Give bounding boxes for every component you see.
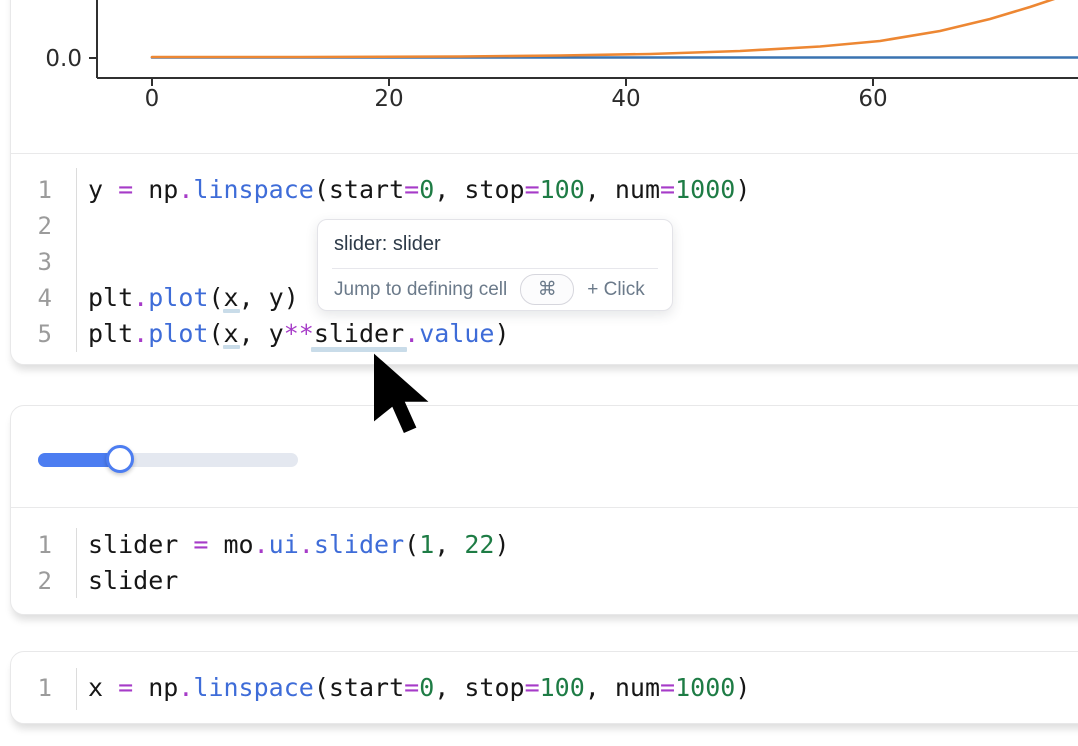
command-key-icon: ⌘ — [520, 274, 574, 305]
tooltip-variable-name: slider: slider — [318, 220, 672, 268]
matplotlib-output-chart: 0.0 0 20 40 60 — [0, 0, 1078, 140]
cell-2-output-editor-divider — [11, 507, 1078, 508]
cell-slider-card — [10, 405, 1078, 615]
mouse-cursor-icon — [374, 353, 432, 439]
x-tick-label: 20 — [374, 86, 403, 112]
series-line — [152, 0, 1075, 57]
x-tick-label: 0 — [145, 86, 160, 112]
x-tick-label: 60 — [858, 86, 887, 112]
slider-handle[interactable] — [106, 445, 134, 473]
y-tick-label: 0.0 — [45, 46, 82, 72]
cell-1-output-editor-divider — [11, 153, 1078, 154]
tooltip-click-hint: + Click — [587, 279, 645, 301]
tooltip-jump-hint: Jump to defining cell — [334, 279, 507, 301]
cell-x-card — [10, 651, 1078, 724]
variable-hover-tooltip: slider: slider Jump to defining cell ⌘ +… — [317, 219, 673, 311]
x-tick-label: 40 — [611, 86, 640, 112]
